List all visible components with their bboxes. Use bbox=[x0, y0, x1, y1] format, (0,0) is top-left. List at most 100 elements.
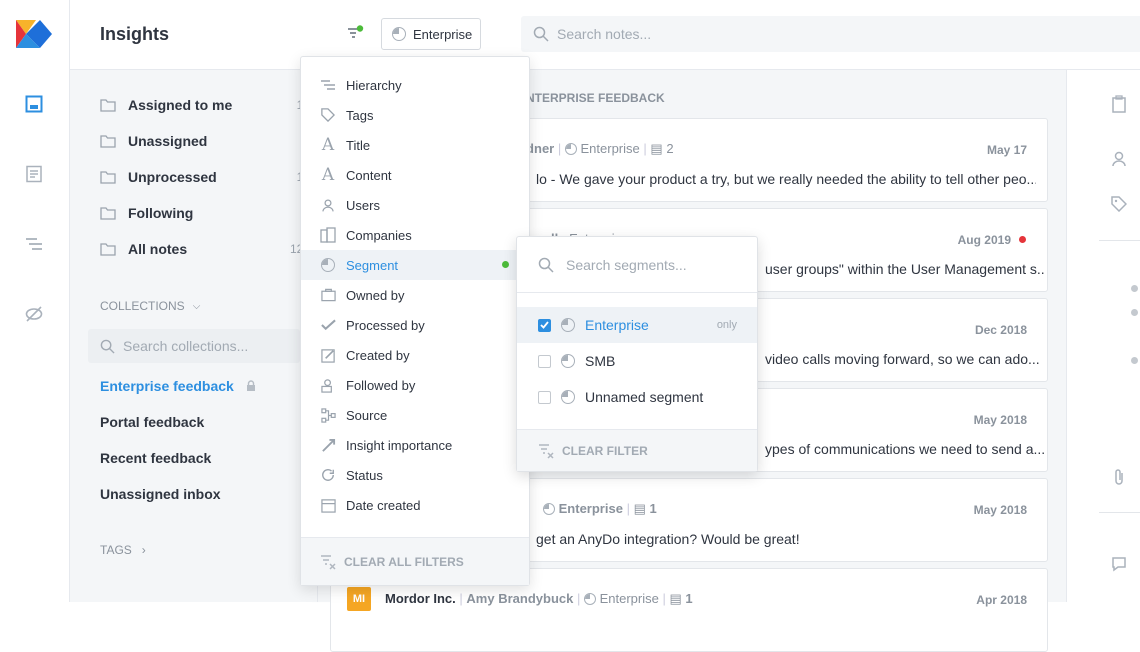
sidebar-item-label: Unassigned bbox=[128, 133, 208, 149]
clear-filter-icon bbox=[320, 554, 336, 570]
divider bbox=[1099, 512, 1140, 513]
note-date: Apr 2018 bbox=[976, 593, 1027, 607]
attachment-icon[interactable] bbox=[1111, 468, 1129, 486]
note-meta: Mordor Inc. | Amy Brandybuck | Enterpris… bbox=[385, 591, 693, 608]
folder-follow-icon bbox=[100, 207, 116, 220]
checkbox[interactable] bbox=[538, 318, 551, 332]
clipboard-icon[interactable] bbox=[1111, 95, 1129, 113]
search-icon bbox=[538, 257, 554, 273]
segment-option-label: Unnamed segment bbox=[585, 389, 704, 405]
segment-option-label: SMB bbox=[585, 353, 616, 369]
user-icon bbox=[320, 197, 336, 213]
filter-item-label: Source bbox=[346, 407, 388, 423]
filter-item-users[interactable]: Users bbox=[301, 190, 529, 220]
note-count-icon: ▤ bbox=[633, 501, 646, 516]
filter-item-insight-importance[interactable]: Insight importance bbox=[301, 430, 529, 460]
filter-item-date-created[interactable]: Date created bbox=[301, 490, 529, 520]
pie-icon bbox=[320, 257, 336, 273]
filter-item-label: Content bbox=[346, 167, 392, 183]
filter-item-status[interactable]: Status bbox=[301, 460, 529, 490]
only-link[interactable]: only bbox=[717, 319, 737, 331]
collection-label: Recent feedback bbox=[100, 450, 212, 466]
filter-item-processed-by[interactable]: Processed by bbox=[301, 310, 529, 340]
note-count: 1 bbox=[649, 501, 657, 516]
note-date: May 2018 bbox=[973, 413, 1027, 427]
segment-filter-label: Enterprise bbox=[413, 26, 473, 42]
section-heading: NTERPRISE FEEDBACK bbox=[526, 91, 665, 105]
calendar-icon bbox=[320, 497, 336, 513]
segment-search-input[interactable]: Search segments... bbox=[566, 257, 687, 273]
filter-item-owned-by[interactable]: Owned by bbox=[301, 280, 529, 310]
filter-item-segment[interactable]: Segment bbox=[301, 250, 529, 280]
user-icon[interactable] bbox=[1111, 150, 1129, 168]
collection-label: Portal feedback bbox=[100, 414, 205, 430]
top-bar: Insights Enterprise Search notes... bbox=[70, 0, 1140, 70]
segment-option-smb[interactable]: SMB bbox=[517, 343, 757, 379]
notes-icon[interactable] bbox=[25, 165, 43, 183]
collections-heading[interactable]: COLLECTIONS ⌵ bbox=[100, 299, 200, 313]
segment-filter-button[interactable]: Enterprise bbox=[381, 18, 481, 50]
notes-search[interactable]: Search notes... bbox=[521, 16, 1140, 52]
hidden-icon[interactable] bbox=[25, 305, 43, 323]
folder-user-icon bbox=[100, 99, 116, 112]
segment-option-enterprise[interactable]: Enterprise only bbox=[517, 307, 757, 343]
filter-item-source[interactable]: Source bbox=[301, 400, 529, 430]
filter-icon[interactable] bbox=[346, 25, 364, 43]
filter-item-label: Hierarchy bbox=[346, 77, 402, 93]
text-icon: A bbox=[321, 135, 335, 155]
sidebar-item-unprocessed[interactable]: Unprocessed 19 bbox=[100, 165, 310, 189]
segment-icon bbox=[561, 318, 575, 332]
comment-icon[interactable] bbox=[1111, 556, 1129, 574]
separator: | bbox=[459, 591, 463, 606]
sidebar-item-assigned[interactable]: Assigned to me 19 bbox=[100, 93, 310, 117]
filter-item-content[interactable]: A Content bbox=[301, 160, 529, 190]
note-segment: Enterprise bbox=[558, 501, 623, 516]
tag-icon[interactable] bbox=[1111, 196, 1129, 214]
sidebar-item-unassigned[interactable]: Unassigned 0 bbox=[100, 129, 310, 153]
filter-item-title[interactable]: A Title bbox=[301, 130, 529, 160]
segment-icon bbox=[543, 503, 555, 518]
filter-item-created-by[interactable]: Created by bbox=[301, 340, 529, 370]
note-meta: Enterprise | ▤ 1 bbox=[543, 501, 657, 518]
note-body: video calls moving forward, so we can ad… bbox=[765, 351, 1040, 367]
collection-recent-feedback[interactable]: Recent feedback 1 bbox=[100, 450, 320, 466]
segment-icon bbox=[561, 354, 575, 368]
filter-item-label: Status bbox=[346, 467, 383, 483]
app-logo[interactable] bbox=[16, 20, 54, 48]
chevron-right-icon: › bbox=[141, 543, 146, 557]
edit-icon bbox=[320, 347, 336, 363]
sidebar-item-label: Unprocessed bbox=[128, 169, 217, 185]
clear-filter-button[interactable]: CLEAR FILTER bbox=[517, 429, 757, 471]
note-meta: rdner | Enterprise | ▤ 2 bbox=[521, 141, 674, 158]
hierarchy-icon[interactable] bbox=[25, 235, 43, 253]
collection-portal-feedback[interactable]: Portal feedback 3 bbox=[100, 414, 320, 430]
clear-filter-icon bbox=[538, 443, 554, 459]
filter-item-hierarchy[interactable]: Hierarchy bbox=[301, 70, 529, 100]
segment-option-unnamed[interactable]: Unnamed segment bbox=[517, 379, 757, 415]
note-count-icon: ▤ bbox=[650, 141, 663, 156]
filter-item-tags[interactable]: Tags bbox=[301, 100, 529, 130]
tags-heading[interactable]: TAGS › bbox=[100, 543, 146, 557]
folder-x-icon bbox=[100, 135, 116, 148]
filter-item-companies[interactable]: Companies bbox=[301, 220, 529, 250]
sidebar-item-all-notes[interactable]: All notes 128 bbox=[100, 237, 310, 261]
note-date: May 2018 bbox=[973, 503, 1027, 517]
sidebar-item-following[interactable]: Following 0 bbox=[100, 201, 310, 225]
note-company: Mordor Inc. bbox=[385, 591, 456, 606]
refresh-icon bbox=[320, 467, 336, 483]
filter-item-followed-by[interactable]: Followed by bbox=[301, 370, 529, 400]
segment-icon bbox=[561, 390, 575, 404]
segment-search[interactable]: Search segments... bbox=[517, 237, 757, 293]
checkbox[interactable] bbox=[538, 354, 551, 368]
filter-item-label: Owned by bbox=[346, 287, 405, 303]
collections-search-input[interactable]: Search collections... bbox=[123, 338, 248, 354]
checkbox[interactable] bbox=[538, 390, 551, 404]
collection-enterprise-feedback[interactable]: Enterprise feedback 128 bbox=[100, 378, 320, 394]
clear-all-filters-button[interactable]: CLEAR ALL FILTERS bbox=[301, 537, 529, 585]
separator: | bbox=[557, 141, 562, 156]
collections-search[interactable]: Search collections... bbox=[88, 329, 300, 363]
search-input[interactable]: Search notes... bbox=[557, 26, 651, 42]
filter-item-label: Created by bbox=[346, 347, 410, 363]
collection-unassigned-inbox[interactable]: Unassigned inbox 0 bbox=[100, 486, 320, 502]
inbox-icon[interactable] bbox=[25, 95, 43, 113]
